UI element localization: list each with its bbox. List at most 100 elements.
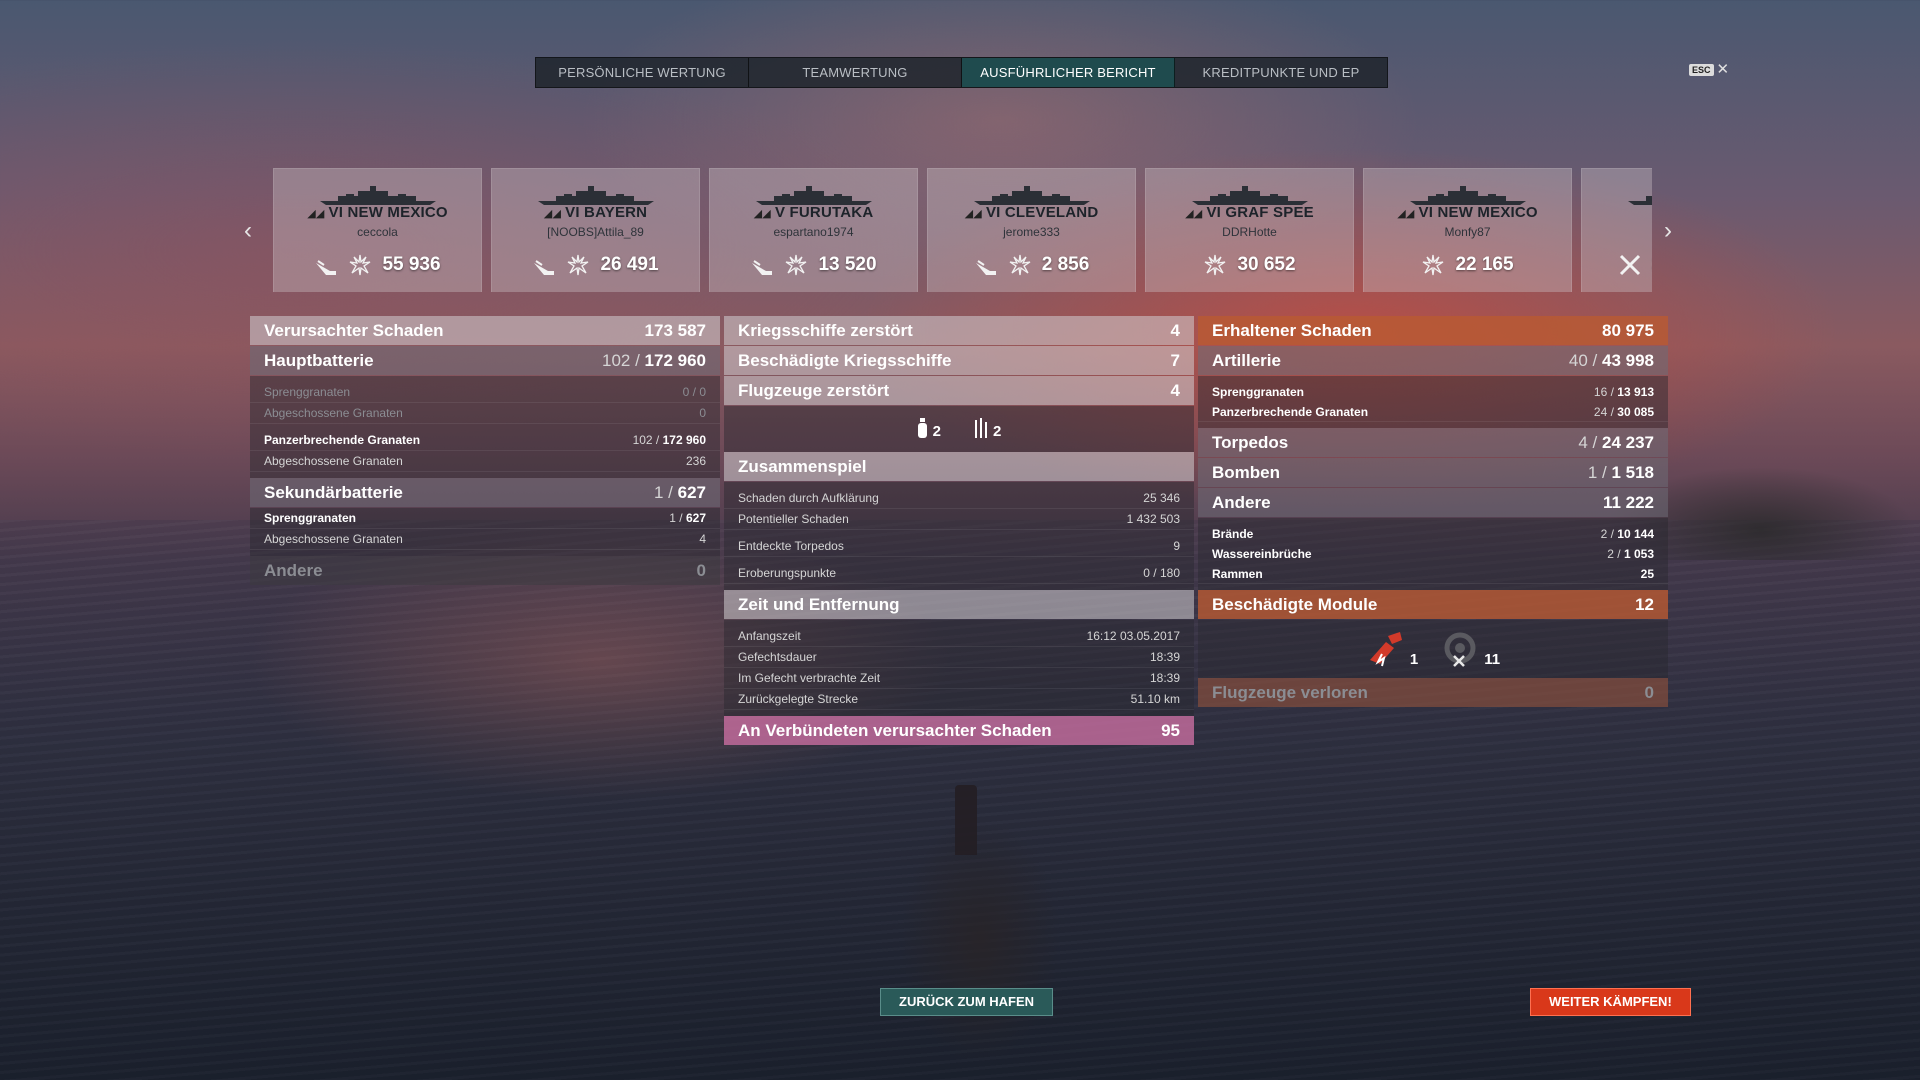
ship-card-carousel: ◢◢ VI NEW MEXICO ceccola 55 936 ◢◢ VI BAYERN[… (273, 168, 1652, 292)
ships-damaged-label: Beschädigte Kriegsschiffe (738, 350, 952, 370)
main-he-label: Sprenggranaten (264, 385, 351, 399)
return-to-port-button[interactable]: ZURÜCK ZUM HAFEN (880, 988, 1054, 1016)
player-name: Monfy87 (1444, 225, 1491, 239)
secondary-fired-value: 4 (699, 532, 706, 546)
time-distance-label: Zeit und Entfernung (738, 594, 900, 614)
ship-class-icon: ◢◢ (307, 208, 325, 220)
received-he-label: Sprenggranaten (1212, 385, 1305, 399)
ship-card-damage-row: 13 520 (710, 253, 917, 277)
close-icon: ✕ (1716, 61, 1730, 78)
player-name: espartano1974 (773, 225, 854, 239)
damage-burst-icon (786, 254, 807, 276)
planes-destroyed-breakdown: 2 2 (724, 406, 1194, 452)
received-torpedoes-label: Torpedos (1212, 432, 1289, 452)
ship-name-text: VI GRAF SPEE (1206, 204, 1314, 221)
received-other-value: 11 222 (1602, 492, 1654, 512)
ships-destroyed-row: Kriegsschiffe zerstört 4 (724, 316, 1194, 345)
tab-bar: PERSÖNLICHE WERTUNG TEAMWERTUNG AUSFÜHRL… (535, 57, 1388, 88)
torpedo-hit-icon (534, 260, 555, 275)
planes-by-aa: 2 (973, 418, 1001, 440)
ship-silhouette-icon (538, 186, 654, 205)
continue-fighting-button[interactable]: WEITER KÄMPFEN! (1530, 988, 1691, 1016)
ramming-value: 25 (1640, 566, 1654, 581)
main-he-row: Sprenggranaten 0 / 0 (250, 382, 720, 403)
esc-close-button[interactable]: ESC ✕ (1689, 61, 1730, 78)
potential-damage-row: Potentieller Schaden 1 432 503 (724, 509, 1194, 530)
main-he-fired-value: 0 (699, 406, 706, 420)
damage-burst-icon (1423, 254, 1444, 276)
tab-detailed-report[interactable]: AUSFÜHRLICHER BERICHT (962, 58, 1175, 87)
artillery-row: Artillerie 40 / 43 998 (1198, 346, 1668, 375)
artillery-value: 40 / 43 998 (1568, 350, 1654, 370)
time-distance-header: Zeit und Entfernung (724, 590, 1194, 619)
planes-count-1: 2 (932, 423, 941, 440)
main-ap-value: 102 / 172 960 (632, 433, 706, 447)
main-battery-row: Hauptbatterie 102 / 172 960 (250, 346, 720, 375)
damage-burst-icon (1205, 254, 1226, 276)
received-torpedoes-row: Torpedos 4 / 24 237 (1198, 428, 1668, 457)
ship-card[interactable]: ◢◢ VI NEW MEXICO ceccola 55 936 (273, 168, 482, 292)
ship-card[interactable]: ◢◢ VI CLEVELAND jerome333 2 856 (927, 168, 1136, 292)
ship-card-damage-row: 2 856 (928, 253, 1135, 277)
main-ap-row: Panzerbrechende Granaten 102 / 172 960 (250, 430, 720, 451)
ally-damage-value: 95 (1161, 720, 1180, 740)
carousel-prev-button[interactable]: ‹ (244, 217, 252, 245)
ship-card-damage-row: 30 652 (1146, 253, 1353, 277)
capture-points-value: 0 / 180 (1143, 566, 1180, 580)
secondary-battery-row: Sekundärbatterie 1 / 627 (250, 478, 720, 507)
secondary-he-row: Sprenggranaten 1 / 627 (250, 508, 720, 529)
ramming-row: Rammen 25 (1198, 564, 1668, 584)
spotting-damage-value: 25 346 (1143, 491, 1180, 505)
secondary-he-label: Sprenggranaten (264, 511, 357, 525)
ship-silhouette (860, 770, 1110, 1080)
ship-card[interactable]: ◢◢ V FURUTAKA espartano1974 13 520 (709, 168, 918, 292)
ship-damage-value: 55 936 (382, 254, 441, 275)
tab-team-score[interactable]: TEAMWERTUNG (749, 58, 962, 87)
ship-card[interactable]: 3 (1581, 168, 1652, 292)
planes-destroyed-value: 4 (1170, 380, 1180, 400)
other-damage-row: Andere 0 (250, 556, 720, 585)
torpedoes-spotted-row: Entdeckte Torpedos 9 (724, 536, 1194, 557)
main-battery-value: 102 / 172 960 (602, 350, 706, 370)
ship-damage-value: 26 491 (600, 254, 659, 275)
player-name: jerome333 (1003, 225, 1060, 239)
fires-value: 2 / 10 144 (1600, 527, 1654, 541)
capture-points-row: Eroberungspunkte 0 / 180 (724, 563, 1194, 584)
main-ap-fired-row: Abgeschossene Granaten 236 (250, 451, 720, 472)
ship-card[interactable]: ◢◢ VI GRAF SPEE DDRHotte 30 652 (1145, 168, 1354, 292)
damaged-modules-row: Beschädigte Module 12 (1198, 590, 1668, 619)
artillery-label: Artillerie (1212, 350, 1281, 370)
disabled-module-icon (1444, 632, 1476, 667)
start-time-value: 16:12 03.05.2017 (1086, 629, 1180, 643)
distance-label: Zurückgelegte Strecke (738, 692, 859, 706)
received-torpedoes-value: 4 / 24 237 (1578, 432, 1654, 452)
secondary-battery-label: Sekundärbatterie (264, 482, 403, 502)
planes-count-2: 2 (993, 423, 1002, 440)
ships-damaged-value: 7 (1170, 350, 1180, 370)
battle-duration-value: 18:39 (1149, 650, 1180, 664)
ship-damage-value: 30 652 (1237, 254, 1296, 275)
potential-damage-label: Potentieller Schaden (738, 512, 849, 526)
spotting-damage-label: Schaden durch Aufklärung (738, 491, 879, 505)
battle-duration-label: Gefechtsdauer (738, 650, 817, 664)
battle-duration-row: Gefechtsdauer 18:39 (724, 647, 1194, 668)
tab-credits-xp[interactable]: KREDITPUNKTE UND EP (1175, 58, 1387, 87)
ship-silhouette-icon (1628, 196, 1652, 205)
planes-destroyed-label: Flugzeuge zerstört (738, 380, 890, 400)
received-he-value: 16 / 13 913 (1593, 385, 1654, 399)
torpedo-hit-icon (316, 260, 337, 275)
ship-name-text: VI NEW MEXICO (328, 204, 448, 221)
ship-card[interactable]: ◢◢ VI NEW MEXICO Monfy87 22 165 (1363, 168, 1572, 292)
received-bombs-row: Bomben 1 / 1 518 (1198, 458, 1668, 487)
battle-stats-panel: Kriegsschiffe zerstört 4 Beschädigte Kri… (724, 316, 1194, 746)
damage-dealt-value: 173 587 (644, 320, 706, 340)
ship-card-damage-row: 22 165 (1364, 253, 1571, 277)
tab-personal-score[interactable]: PERSÖNLICHE WERTUNG (536, 58, 749, 87)
module-disabled-count: 11 (1484, 651, 1501, 668)
teamplay-header: Zusammenspiel (724, 452, 1194, 481)
carousel-next-button[interactable]: › (1664, 217, 1672, 245)
ship-card[interactable]: ◢◢ VI BAYERN [NOOBS]Attila_89 26 491 (491, 168, 700, 292)
teamplay-label: Zusammenspiel (738, 456, 867, 476)
player-name: [NOOBS]Attila_89 (547, 225, 644, 239)
ship-name-text: VI NEW MEXICO (1418, 204, 1538, 221)
